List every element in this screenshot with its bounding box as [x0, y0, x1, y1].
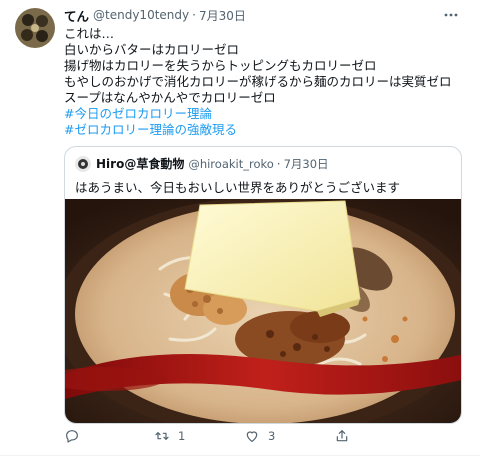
quoted-tweet-header: Hiro@草食動物 @hiroakit_roko · 7月30日: [75, 155, 329, 172]
like-button[interactable]: 3: [244, 428, 314, 444]
hashtag-link[interactable]: #ゼロカロリー理論の強敵現る: [64, 122, 464, 138]
quoted-tweet-date: 7月30日: [283, 156, 329, 171]
tweet-header: てん @tendy10tendy · 7月30日: [64, 6, 464, 24]
quoted-tweet-text: はあうまい、今日もおいしい世界をありがとうございます: [75, 180, 401, 195]
tweet-actions: 1 3: [64, 426, 404, 446]
tweet-line: これは…: [64, 26, 115, 41]
separator-dot: ·: [276, 156, 281, 171]
heart-icon: [246, 431, 258, 442]
share-button[interactable]: [334, 428, 404, 444]
retweet-icon: [155, 432, 169, 440]
ramen-photo-image: [65, 197, 461, 423]
tweet[interactable]: てん @tendy10tendy · 7月30日 これは… 白いからバターはカロ…: [0, 0, 480, 456]
author-handle[interactable]: @tendy10tendy: [93, 8, 189, 22]
share-icon: [336, 430, 348, 442]
author-avatar[interactable]: [15, 8, 55, 48]
tweet-content: てん @tendy10tendy · 7月30日 これは… 白いからバターはカロ…: [64, 6, 464, 424]
retweet-count: 1: [178, 429, 186, 443]
tweet-line: もやしのおかげで消化カロリーが稼げるから麺のカロリーは実質ゼロ: [64, 74, 452, 89]
like-count: 3: [268, 429, 276, 443]
quoted-author-avatar: [75, 155, 91, 172]
tweet-line: スープはなんやかんやでカロリーゼロ: [64, 90, 276, 105]
reply-icon: [66, 430, 78, 443]
author-display-name[interactable]: てん: [64, 6, 89, 25]
reply-button[interactable]: [64, 428, 134, 444]
tweet-line: 揚げ物はカロリーを失うからトッピングもカロリーゼロ: [64, 58, 377, 73]
more-options-icon[interactable]: [442, 6, 460, 24]
quoted-tweet[interactable]: Hiro@草食動物 @hiroakit_roko · 7月30日 はあうまい、今…: [64, 146, 462, 424]
hashtag-link[interactable]: #今日のゼロカロリー理論: [64, 106, 464, 122]
tweet-text: これは… 白いからバターはカロリーゼロ 揚げ物はカロリーを失うからトッピングもカ…: [64, 26, 464, 138]
tweet-line: 白いからバターはカロリーゼロ: [64, 42, 240, 57]
quoted-author-handle: @hiroakit_roko: [188, 156, 274, 171]
tweet-date[interactable]: 7月30日: [199, 7, 246, 24]
ramen-photo[interactable]: [65, 197, 461, 423]
separator-dot: ·: [192, 8, 196, 22]
retweet-button[interactable]: 1: [154, 428, 224, 444]
avatar-image: [15, 8, 55, 48]
quoted-author-display-name: Hiro@草食動物: [96, 157, 185, 171]
